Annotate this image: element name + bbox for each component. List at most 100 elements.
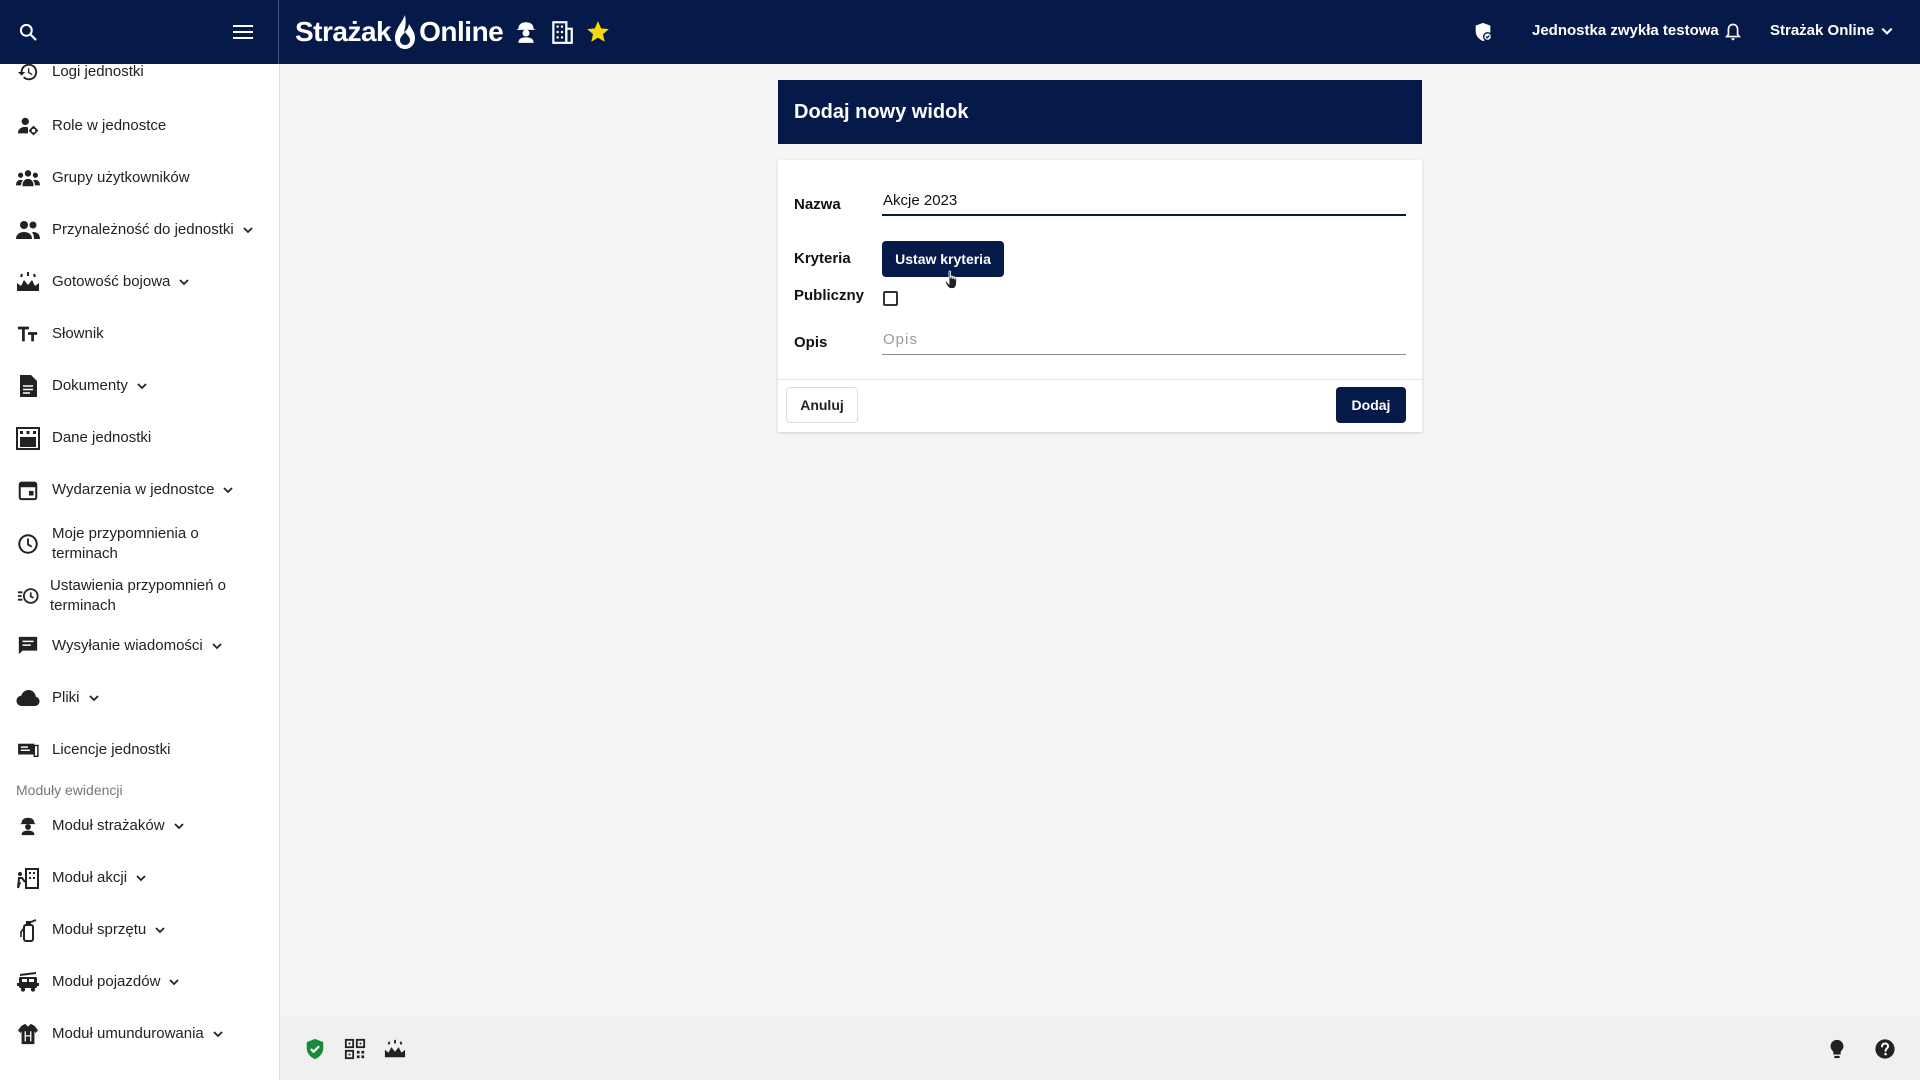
section-label: Moduły ewidencji <box>16 782 123 798</box>
brand-text-left: Strażak <box>295 16 392 47</box>
sidebar-item-gotowosc[interactable]: Gotowość bojowa <box>0 260 279 304</box>
sidebar-item-ustawienia-przypomnien[interactable]: Ustawienia przypomnień o terminach <box>0 572 279 620</box>
groups-icon <box>16 166 40 190</box>
sidebar-item-role[interactable]: Role w jednostce <box>0 104 279 148</box>
sidebar-item-label: Dokumenty <box>52 376 148 396</box>
qr-code-icon[interactable] <box>344 1038 366 1060</box>
document-icon <box>16 374 40 398</box>
help-icon[interactable] <box>1874 1038 1896 1060</box>
firefighter-icon[interactable] <box>513 19 539 45</box>
user-gear-icon <box>16 114 40 138</box>
license-icon <box>16 738 40 762</box>
sidebar-header <box>0 0 279 64</box>
chevron-down-icon <box>155 927 165 934</box>
cancel-button[interactable]: Anuluj <box>786 387 858 423</box>
sidebar-item-przypomnienia[interactable]: Moje przypomnienia o terminach <box>0 520 279 568</box>
dialog-title: Dodaj nowy widok <box>794 101 969 123</box>
sidebar-item-label: Moduł pojazdów <box>52 972 180 992</box>
alarm-settings-icon <box>16 584 40 608</box>
sidebar-item-label: Przynależność do jednostki <box>52 220 254 240</box>
sidebar-item-text: Wydarzenia w jednostce <box>52 481 215 498</box>
sidebar-item-grupy[interactable]: Grupy użytkowników <box>0 156 279 200</box>
clock-icon <box>16 532 40 556</box>
sidebar-item-logi-jednostki[interactable]: Logi jednostki <box>0 64 279 81</box>
search-icon[interactable] <box>18 22 38 42</box>
chevron-down-icon <box>179 279 190 286</box>
sidebar-item-text: Moduł umundurowania <box>52 1025 204 1042</box>
top-bar: Strażak Online Jednostka zwykła testowa … <box>0 0 1920 64</box>
sidebar-item-text: Moduł pojazdów <box>52 973 161 990</box>
readiness-icon <box>16 270 40 294</box>
sidebar-item-label: Wysyłanie wiadomości <box>52 636 223 656</box>
sidebar-item-label: Słownik <box>52 325 104 342</box>
calendar-icon <box>16 478 40 502</box>
description-label: Opis <box>794 334 828 351</box>
sidebar-item-label: Licencje jednostki <box>52 741 171 758</box>
chevron-down-icon <box>223 487 234 494</box>
unit-name[interactable]: Jednostka zwykła testowa <box>1532 22 1719 39</box>
sidebar-item-label: Moje przypomnienia o terminach <box>52 525 199 562</box>
sidebar-item-wiadomosci[interactable]: Wysyłanie wiadomości <box>0 624 279 668</box>
chevron-down-icon <box>243 227 253 234</box>
sidebar-item-label: Wydarzenia w jednostce <box>52 480 234 500</box>
sidebar-item-text: Moduł strażaków <box>52 817 165 834</box>
chevron-down-icon <box>173 823 184 830</box>
sidebar-item-wydarzenia[interactable]: Wydarzenia w jednostce <box>0 468 279 512</box>
sidebar-item-dokumenty[interactable]: Dokumenty <box>0 364 279 408</box>
uniform-icon <box>16 1022 40 1046</box>
shield-check-icon[interactable] <box>304 1038 326 1060</box>
sidebar-item-label: Moduł umundurowania <box>52 1024 224 1044</box>
sidebar-item-label: Grupy użytkowników <box>52 169 190 186</box>
message-icon <box>16 634 40 658</box>
flame-icon <box>395 15 416 49</box>
add-view-form: Nazwa Kryteria Ustaw kryteria Publiczny … <box>778 160 1422 432</box>
sidebar-item-modul-pojazdow[interactable]: Moduł pojazdów <box>0 960 279 1004</box>
sidebar-item-slownik[interactable]: Słownik <box>0 312 279 356</box>
chevron-down-icon <box>88 695 99 702</box>
lightbulb-icon[interactable] <box>1826 1038 1848 1060</box>
sidebar: Logi jednostki Role w jednostce Grupy uż… <box>0 64 280 1080</box>
star-icon[interactable] <box>585 19 611 45</box>
sidebar-item-label: Ustawienia przypomnień o terminach <box>50 577 226 614</box>
sidebar-item-modul-umundurowania[interactable]: Moduł umundurowania <box>0 1012 279 1056</box>
hamburger-menu-icon[interactable] <box>232 22 254 42</box>
hand-cursor-icon <box>944 270 957 289</box>
sidebar-item-text: Dokumenty <box>52 377 128 394</box>
sidebar-item-pliki[interactable]: Pliki <box>0 676 279 720</box>
chevron-down-icon <box>212 643 222 650</box>
description-input[interactable] <box>882 325 1406 355</box>
brand-logo[interactable]: Strażak Online <box>295 12 611 52</box>
cloud-icon <box>16 686 40 710</box>
readiness-icon[interactable] <box>384 1038 406 1060</box>
bottom-bar <box>280 1016 1920 1080</box>
bell-icon[interactable] <box>1723 21 1743 43</box>
sidebar-item-modul-sprzetu[interactable]: Moduł sprzętu <box>0 908 279 952</box>
fire-truck-icon <box>16 970 40 994</box>
shield-check-icon[interactable] <box>1472 21 1494 43</box>
public-checkbox[interactable] <box>883 291 898 306</box>
name-input[interactable] <box>882 186 1406 216</box>
action-icon <box>16 866 40 890</box>
chevron-down-icon <box>136 875 146 882</box>
sidebar-item-label: Role w jednostce <box>52 117 167 134</box>
name-label: Nazwa <box>794 196 841 213</box>
sidebar-item-modul-strazakow[interactable]: Moduł strażaków <box>0 804 279 848</box>
chevron-down-icon <box>1881 27 1893 35</box>
sidebar-item-licencje[interactable]: Licencje jednostki <box>0 728 279 772</box>
sidebar-item-label: Pliki <box>52 688 100 708</box>
firefighter-icon <box>16 814 40 838</box>
set-criteria-button[interactable]: Ustaw kryteria <box>882 241 1004 277</box>
sidebar-item-modul-akcji[interactable]: Moduł akcji <box>0 856 279 900</box>
brand-text-right: Online <box>419 16 504 47</box>
building-icon[interactable] <box>549 19 575 45</box>
sidebar-item-label: Logi jednostki <box>52 64 144 80</box>
sidebar-item-przynaleznosc[interactable]: Przynależność do jednostki <box>0 208 279 252</box>
account-label: Strażak Online <box>1770 22 1875 39</box>
account-menu[interactable]: Strażak Online <box>1770 22 1894 39</box>
people-icon <box>16 218 40 242</box>
sidebar-item-text: Moduł akcji <box>52 869 128 886</box>
sidebar-item-dane[interactable]: Dane jednostki <box>0 416 279 460</box>
sidebar-item-text: Wysyłanie wiadomości <box>52 637 203 654</box>
extinguisher-icon <box>16 918 40 942</box>
add-button[interactable]: Dodaj <box>1336 387 1406 423</box>
